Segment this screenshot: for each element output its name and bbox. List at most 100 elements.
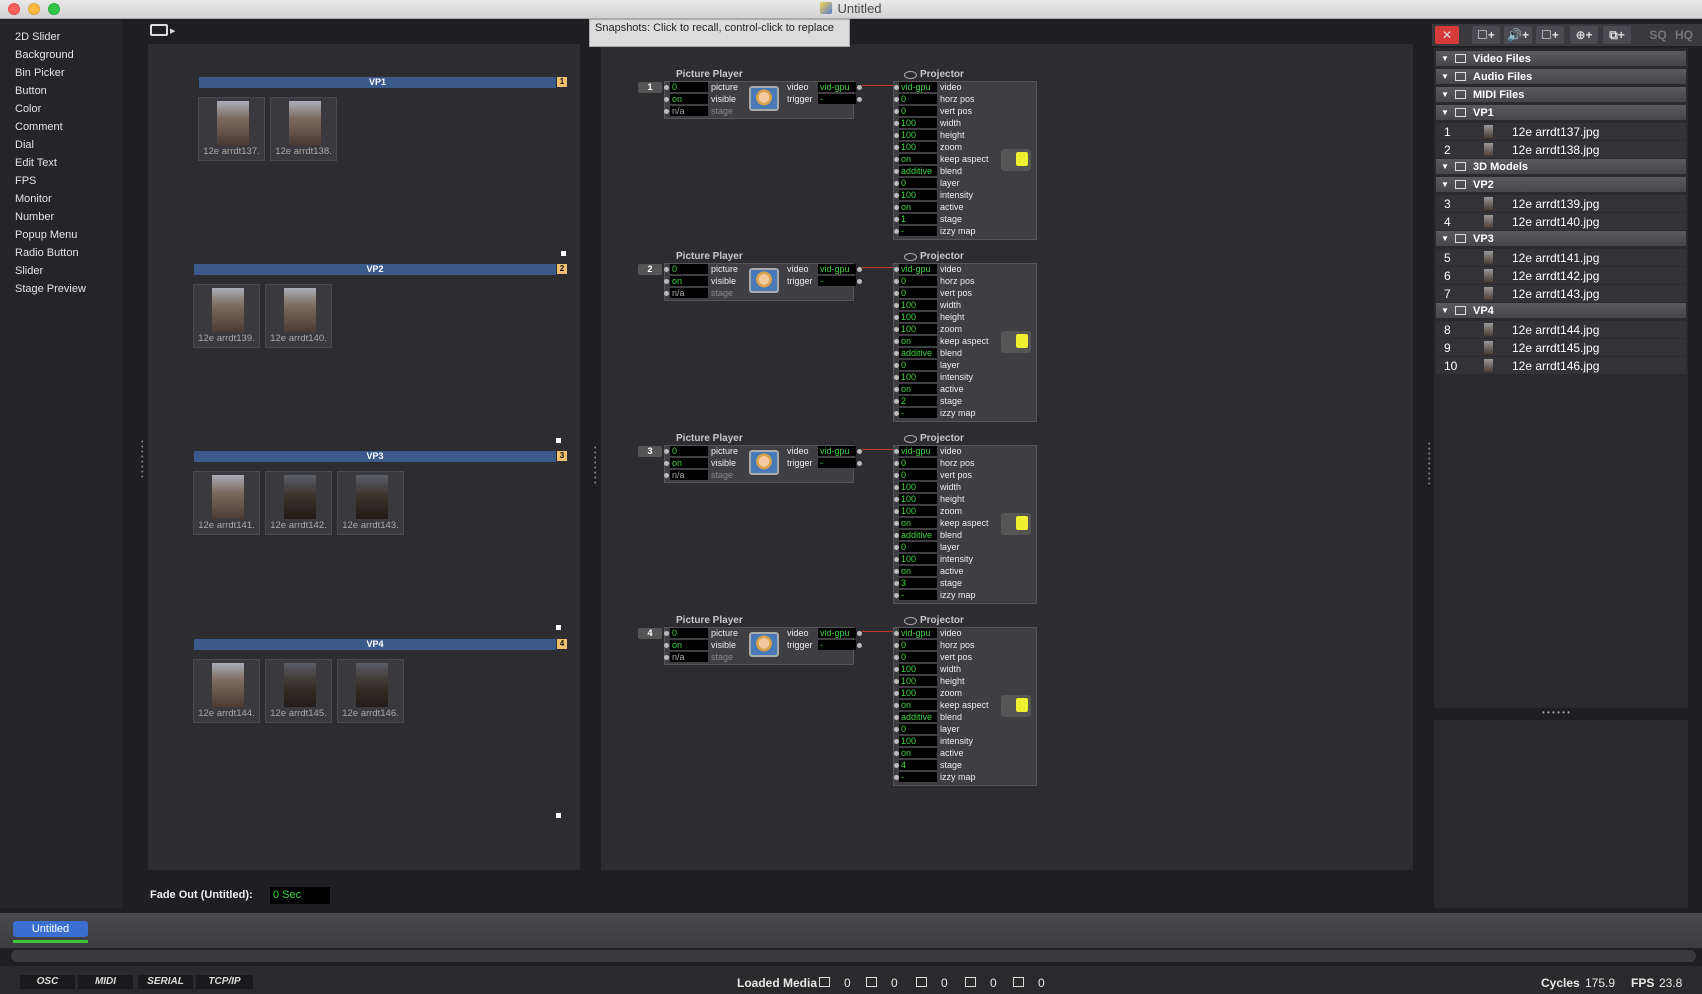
projector-input-value[interactable]: 0 <box>899 652 937 662</box>
stop-all-button[interactable]: ✕ <box>1435 26 1459 44</box>
fade-out-value-field[interactable]: 0 Sec <box>270 887 330 904</box>
resize-handle[interactable] <box>556 625 561 630</box>
media-bin-row[interactable]: ▼ VP3 <box>1436 231 1686 247</box>
projector-input-value[interactable]: on <box>899 748 937 758</box>
projector-input-value[interactable]: vid-gpu <box>899 82 937 92</box>
pp-output-value[interactable]: vid-gpu <box>818 82 856 92</box>
control-palette-item[interactable]: Number <box>15 209 54 225</box>
projector-input-value[interactable]: on <box>899 566 937 576</box>
hq-button[interactable]: HQ <box>1673 26 1695 44</box>
disclosure-triangle-icon[interactable]: ▼ <box>1441 105 1449 121</box>
media-file-row[interactable]: 4 12e arrdt140.jpg <box>1436 213 1686 231</box>
media-bin-row[interactable]: ▼ VP2 <box>1436 177 1686 193</box>
projector-input-value[interactable]: 100 <box>899 118 937 128</box>
projector-input-value[interactable]: - <box>899 408 937 418</box>
projector-input-value[interactable]: 100 <box>899 190 937 200</box>
input-port[interactable] <box>664 473 669 478</box>
control-palette-item[interactable]: Comment <box>15 119 63 135</box>
pp-input-value[interactable]: on <box>670 458 708 468</box>
projector-input-value[interactable]: 100 <box>899 372 937 382</box>
projector-input-value[interactable]: on <box>899 518 937 528</box>
image-thumbnail[interactable]: 12e arrdt146. <box>337 659 404 723</box>
pp-input-value[interactable]: 0 <box>670 628 708 638</box>
pp-input-value[interactable]: on <box>670 276 708 286</box>
media-file-row[interactable]: 9 12e arrdt145.jpg <box>1436 339 1686 357</box>
chain-index-badge[interactable]: 3 <box>638 446 662 457</box>
projector-input-value[interactable]: 0 <box>899 276 937 286</box>
pp-input-value[interactable]: n/a <box>670 470 708 480</box>
input-port[interactable] <box>664 461 669 466</box>
protocol-osc-indicator[interactable]: OSC <box>20 975 75 989</box>
projector-input-value[interactable]: - <box>899 590 937 600</box>
media-bin-row[interactable]: ▼ 3D Models <box>1436 159 1686 175</box>
chain-index-badge[interactable]: 1 <box>638 82 662 93</box>
media-bin-row[interactable]: ▼ VP4 <box>1436 303 1686 319</box>
media-file-row[interactable]: 8 12e arrdt144.jpg <box>1436 321 1686 339</box>
pp-input-value[interactable]: 0 <box>670 82 708 92</box>
projector-input-value[interactable]: 1 <box>899 214 937 224</box>
projector-input-value[interactable]: 0 <box>899 106 937 116</box>
projector-input-value[interactable]: 0 <box>899 542 937 552</box>
chain-index-badge[interactable]: 4 <box>638 628 662 639</box>
projector-input-value[interactable]: - <box>899 226 937 236</box>
projector-input-value[interactable]: 100 <box>899 312 937 322</box>
eye-icon[interactable] <box>904 253 917 261</box>
input-port[interactable] <box>664 631 669 636</box>
projector-input-value[interactable]: 100 <box>899 494 937 504</box>
projector-input-value[interactable]: 4 <box>899 760 937 770</box>
control-palette-item[interactable]: Dial <box>15 137 34 153</box>
scene-scrollbar[interactable] <box>11 950 1696 962</box>
snapshot-menu-arrow-icon[interactable]: ▶ <box>170 27 175 35</box>
projector-input-value[interactable]: 0 <box>899 360 937 370</box>
input-port[interactable] <box>664 267 669 272</box>
projector-input-value[interactable]: vid-gpu <box>899 446 937 456</box>
panel-resize-handle-right[interactable]: • • • • • • • • • <box>1428 441 1432 488</box>
scene-tab-untitled[interactable]: Untitled <box>13 921 88 937</box>
media-file-row[interactable]: 3 12e arrdt139.jpg <box>1436 195 1686 213</box>
input-port[interactable] <box>664 85 669 90</box>
pp-input-value[interactable]: n/a <box>670 652 708 662</box>
add-video-button[interactable]: ☐+ <box>1472 26 1500 44</box>
resize-handle[interactable] <box>556 438 561 443</box>
control-palette-item[interactable]: Background <box>15 47 74 63</box>
input-port[interactable] <box>664 643 669 648</box>
new-bin-button[interactable]: ⧉+ <box>1603 26 1631 44</box>
disclosure-triangle-icon[interactable]: ▼ <box>1441 87 1449 103</box>
projector-input-value[interactable]: additive <box>899 712 937 722</box>
projector-input-value[interactable]: 100 <box>899 664 937 674</box>
projector-input-value[interactable]: 100 <box>899 300 937 310</box>
projector-input-value[interactable]: 0 <box>899 94 937 104</box>
pp-output-value[interactable]: - <box>818 94 856 104</box>
pp-output-value[interactable]: vid-gpu <box>818 446 856 456</box>
image-thumbnail[interactable]: 12e arrdt140. <box>265 284 332 348</box>
control-palette-item[interactable]: FPS <box>15 173 36 189</box>
output-port[interactable] <box>857 279 862 284</box>
pp-output-value[interactable]: vid-gpu <box>818 628 856 638</box>
add-image-button[interactable]: ☐+ <box>1536 26 1564 44</box>
resize-handle[interactable] <box>561 251 566 256</box>
projector-input-value[interactable]: on <box>899 154 937 164</box>
panel-resize-handle-mid[interactable]: • • • • • • • • <box>594 445 598 487</box>
projector-input-value[interactable]: 0 <box>899 178 937 188</box>
pp-output-value[interactable]: vid-gpu <box>818 264 856 274</box>
control-palette-item[interactable]: Stage Preview <box>15 281 86 297</box>
protocol-serial-indicator[interactable]: SERIAL <box>138 975 193 989</box>
control-palette-item[interactable]: 2D Slider <box>15 29 60 45</box>
media-file-row[interactable]: 1 12e arrdt137.jpg <box>1436 123 1686 141</box>
add-audio-button[interactable]: 🔊+ <box>1504 26 1532 44</box>
media-bin-row[interactable]: ▼ VP1 <box>1436 105 1686 121</box>
pp-output-value[interactable]: - <box>818 458 856 468</box>
sq-button[interactable]: SQ <box>1647 26 1669 44</box>
projector-input-value[interactable]: 100 <box>899 482 937 492</box>
media-split-handle[interactable]: • • • • • • <box>1542 709 1592 717</box>
projector-input-value[interactable]: 100 <box>899 506 937 516</box>
control-palette-item[interactable]: Color <box>15 101 41 117</box>
image-thumbnail[interactable]: 12e arrdt143. <box>337 471 404 535</box>
input-port[interactable] <box>664 279 669 284</box>
snapshot-camera-icon[interactable] <box>150 24 168 36</box>
output-port[interactable] <box>857 97 862 102</box>
projector-input-value[interactable]: 100 <box>899 676 937 686</box>
eye-icon[interactable] <box>904 617 917 625</box>
projector-input-value[interactable]: on <box>899 384 937 394</box>
projector-input-value[interactable]: 0 <box>899 288 937 298</box>
